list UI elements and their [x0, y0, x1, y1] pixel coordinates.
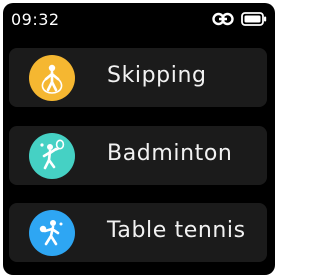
- status-bar: 09:32: [3, 3, 275, 37]
- battery-icon: [241, 12, 267, 26]
- sport-item-table-tennis[interactable]: Table tennis: [9, 203, 267, 262]
- status-time: 09:32: [11, 10, 60, 29]
- watch-screen: 09:32 Skipping Badminton Table tennis: [3, 3, 275, 275]
- sport-item-skipping[interactable]: Skipping: [9, 48, 267, 107]
- sport-label-skipping: Skipping: [107, 63, 207, 88]
- sport-label-table-tennis: Table tennis: [107, 218, 246, 243]
- link-icon: [212, 12, 234, 26]
- status-icons: [212, 12, 267, 26]
- skipping-rope-icon: [29, 55, 75, 101]
- sport-item-badminton[interactable]: Badminton: [9, 126, 267, 185]
- table-tennis-icon: [29, 210, 75, 256]
- badminton-icon: [29, 133, 75, 179]
- sport-label-badminton: Badminton: [107, 141, 233, 166]
